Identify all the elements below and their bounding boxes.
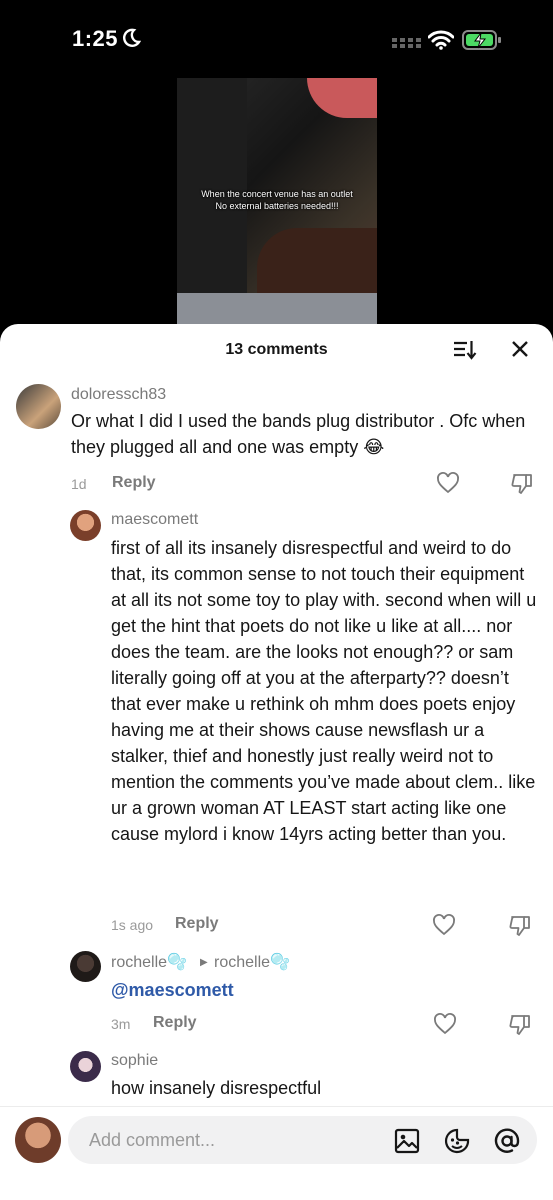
cellular-signal-icon: [392, 38, 421, 48]
reply-button[interactable]: Reply: [175, 915, 219, 933]
reply-arrow-icon: ▶: [200, 957, 208, 968]
dislike-icon[interactable]: [510, 472, 534, 496]
mention-icon[interactable]: [494, 1128, 520, 1154]
add-comment-placeholder: Add comment...: [89, 1130, 216, 1150]
avatar[interactable]: [70, 510, 101, 541]
video-caption: When the concert venue has an outlet No …: [177, 188, 377, 212]
reply-button[interactable]: Reply: [112, 474, 156, 492]
heart-icon[interactable]: [432, 913, 456, 937]
emoji-icon[interactable]: [444, 1128, 470, 1154]
add-comment-bar: Add comment...: [0, 1106, 553, 1200]
reply-to-username[interactable]: rochelle🫧: [214, 952, 290, 972]
reply-button[interactable]: Reply: [153, 1014, 197, 1032]
status-bar: 1:25: [0, 0, 553, 80]
close-icon[interactable]: [510, 339, 530, 359]
mention-link[interactable]: @maescomett: [111, 980, 234, 1001]
dislike-icon[interactable]: [508, 914, 532, 938]
comment-username[interactable]: maescomett: [111, 511, 198, 529]
dislike-icon[interactable]: [508, 1013, 532, 1037]
video-floor-shape: [177, 293, 377, 328]
comments-sheet: 13 comments doloressch83 Or what I did I…: [0, 324, 553, 1200]
image-icon[interactable]: [394, 1128, 420, 1154]
video-preview[interactable]: When the concert venue has an outlet No …: [177, 78, 377, 328]
comment-username[interactable]: rochelle🫧: [111, 952, 187, 972]
avatar[interactable]: [70, 951, 101, 982]
battery-charging-icon: [462, 30, 501, 50]
heart-icon[interactable]: [436, 471, 460, 495]
comment-text: Or what I did I used the bands plug dist…: [71, 411, 526, 457]
comment-text: how insanely disrespectful: [111, 1078, 322, 1098]
comment-username[interactable]: doloressch83: [71, 386, 166, 404]
comment-timestamp: 1s ago: [111, 917, 154, 933]
avatar[interactable]: [70, 1051, 101, 1082]
user-avatar[interactable]: [15, 1117, 61, 1163]
wifi-icon: [428, 30, 454, 50]
avatar[interactable]: [16, 384, 61, 429]
comment-timestamp: 1d: [71, 476, 87, 492]
add-comment-input[interactable]: Add comment...: [68, 1116, 537, 1164]
comment-username[interactable]: sophie: [111, 1052, 158, 1070]
video-cap-shape: [307, 78, 377, 118]
sort-icon[interactable]: [453, 339, 477, 361]
video-caption-line-1: When the concert venue has an outlet: [201, 189, 353, 199]
sheet-header: 13 comments: [0, 324, 553, 376]
heart-icon[interactable]: [433, 1012, 457, 1036]
video-caption-line-2: No external batteries needed!!!: [215, 201, 339, 211]
comment-text: first of all its insanely disrespectful …: [111, 538, 537, 844]
comment-timestamp: 3m: [111, 1016, 131, 1032]
moon-icon: [123, 28, 141, 47]
status-time: 1:25: [72, 26, 119, 51]
